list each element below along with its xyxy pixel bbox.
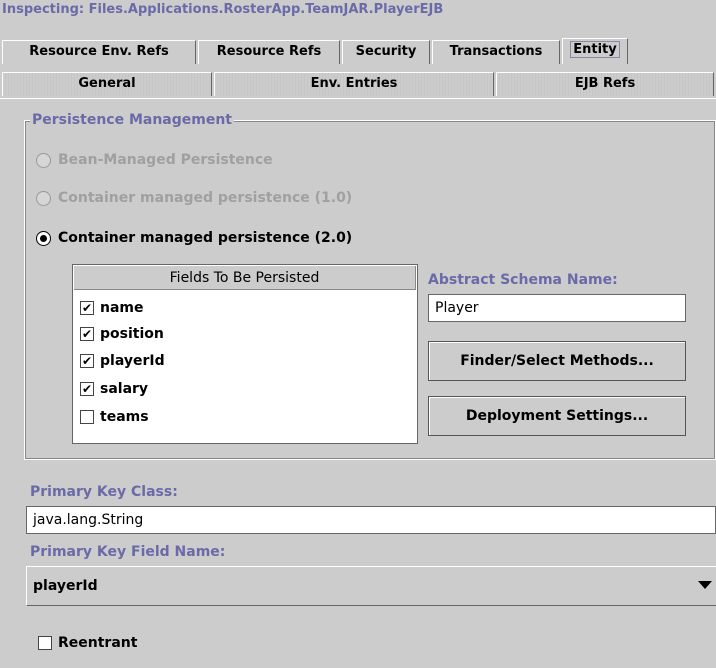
- radio-bean-managed[interactable]: Bean-Managed Persistence: [36, 150, 273, 170]
- reentrant-label: Reentrant: [58, 635, 138, 651]
- tab-label: EJB Refs: [574, 76, 636, 91]
- checkbox-unchecked-icon[interactable]: [38, 636, 52, 650]
- fields-list-header: Fields To Be Persisted: [74, 266, 416, 290]
- field-label: name: [100, 300, 144, 316]
- reentrant-checkbox[interactable]: Reentrant: [38, 632, 137, 654]
- chevron-down-icon[interactable]: [698, 581, 712, 589]
- primary-key-class-label: Primary Key Class:: [30, 484, 178, 500]
- primary-key-class-input[interactable]: java.lang.String: [26, 506, 716, 534]
- radio-label: Container managed persistence (1.0): [58, 190, 353, 206]
- schema-name-label: Abstract Schema Name:: [428, 272, 618, 288]
- radio-button-icon: [36, 190, 51, 206]
- checkbox-unchecked-icon[interactable]: [80, 410, 94, 424]
- primary-key-field-dropdown[interactable]: playerId: [26, 566, 716, 606]
- radio-label: Container managed persistence (2.0): [58, 230, 353, 246]
- field-label: teams: [100, 409, 149, 425]
- persistence-group-title: Persistence Management: [30, 112, 234, 128]
- checkbox-checked-icon[interactable]: ✔: [80, 327, 94, 341]
- tab-security[interactable]: Security: [342, 40, 430, 64]
- button-label: Deployment Settings...: [465, 408, 649, 424]
- radio-cmp-1-0[interactable]: Container managed persistence (1.0): [36, 188, 352, 208]
- primary-key-field-label: Primary Key Field Name:: [30, 544, 226, 560]
- tab-ejb-refs[interactable]: EJB Refs: [496, 72, 714, 96]
- tab-entity[interactable]: Entity: [562, 38, 628, 64]
- field-item-name[interactable]: ✔ name: [80, 297, 144, 319]
- checkbox-checked-icon[interactable]: ✔: [80, 354, 94, 368]
- tab-label: Transactions: [449, 44, 543, 59]
- radio-button-selected-icon: [36, 230, 51, 246]
- schema-name-input[interactable]: Player: [428, 294, 686, 322]
- radio-button-icon: [36, 152, 51, 168]
- field-label: playerId: [100, 353, 165, 369]
- field-label: salary: [100, 381, 149, 397]
- tab-resource-refs[interactable]: Resource Refs: [198, 40, 340, 64]
- tab-env-entries[interactable]: Env. Entries: [214, 72, 494, 96]
- tab-label: Resource Env. Refs: [29, 44, 169, 59]
- radio-cmp-2-0[interactable]: Container managed persistence (2.0): [36, 228, 352, 248]
- window-title: Inspecting: Files.Applications.RosterApp…: [2, 2, 444, 17]
- dropdown-value: playerId: [33, 578, 98, 594]
- radio-label: Bean-Managed Persistence: [58, 152, 273, 168]
- tab-label: Security: [355, 44, 417, 59]
- deployment-settings-button[interactable]: Deployment Settings...: [428, 396, 686, 436]
- checkbox-checked-icon[interactable]: ✔: [80, 301, 94, 315]
- tab-label: Resource Refs: [216, 44, 322, 59]
- field-item-playerid[interactable]: ✔ playerId: [80, 350, 165, 372]
- tab-label: Env. Entries: [310, 76, 398, 91]
- field-item-position[interactable]: ✔ position: [80, 323, 164, 345]
- tab-general[interactable]: General: [2, 72, 212, 96]
- tab-label: General: [78, 76, 136, 91]
- field-item-salary[interactable]: ✔ salary: [80, 378, 148, 400]
- tab-resource-env-refs[interactable]: Resource Env. Refs: [2, 40, 196, 64]
- tab-transactions[interactable]: Transactions: [432, 40, 560, 64]
- finder-select-methods-button[interactable]: Finder/Select Methods...: [428, 341, 686, 381]
- checkbox-checked-icon[interactable]: ✔: [80, 382, 94, 396]
- tab-label: Entity: [570, 41, 620, 58]
- field-item-teams[interactable]: teams: [80, 406, 149, 428]
- field-label: position: [100, 326, 164, 342]
- button-label: Finder/Select Methods...: [460, 353, 654, 369]
